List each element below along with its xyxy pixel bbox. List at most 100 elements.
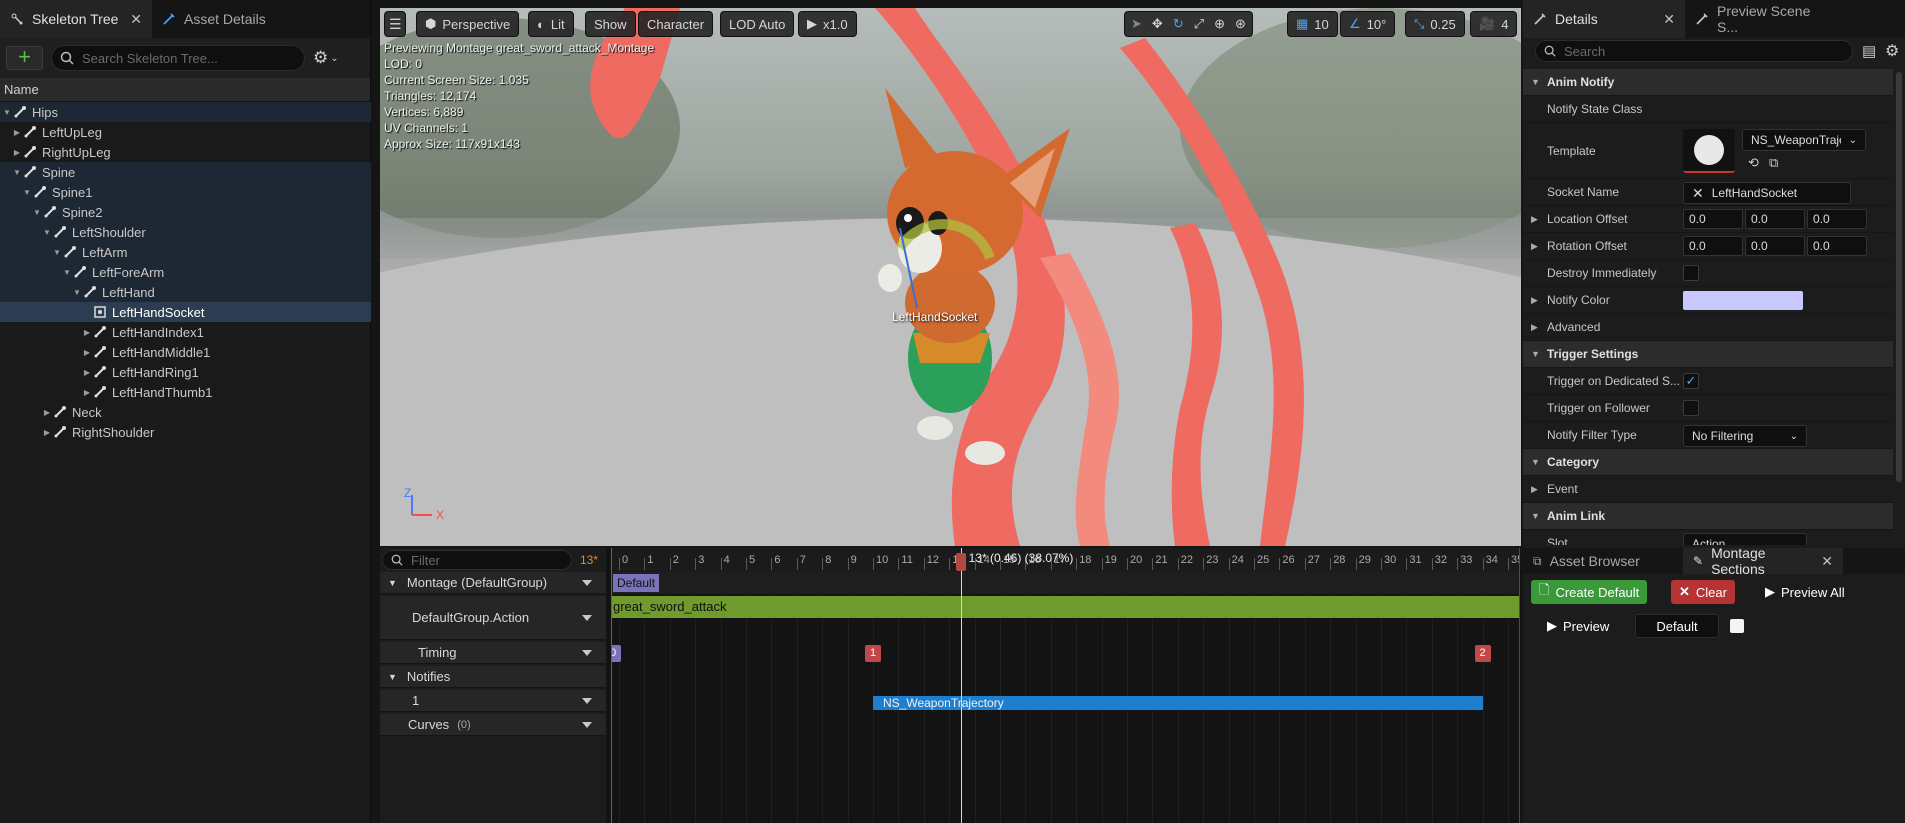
tree-row[interactable]: ▼ Hips — [0, 102, 371, 122]
preview-button[interactable]: ▶ Preview — [1539, 614, 1617, 638]
tab-preview-scene[interactable]: Preview Scene S... — [1685, 0, 1845, 38]
collapse-icon[interactable]: ▼ — [32, 208, 42, 217]
tree-row[interactable]: ▼ LeftArm — [0, 242, 371, 262]
scale-snap-button[interactable]: ⤡ 0.25 — [1405, 11, 1465, 37]
category-category[interactable]: ▼ Category — [1523, 449, 1893, 476]
expand-icon[interactable]: ▶ — [82, 388, 92, 397]
tab-asset-browser[interactable]: ⧉ Asset Browser — [1523, 548, 1683, 574]
destroy-immediately-checkbox[interactable] — [1683, 265, 1699, 281]
timing-marker[interactable]: 2 — [1474, 645, 1491, 662]
surface-snap-icon[interactable]: ⊛ — [1235, 16, 1246, 32]
chevron-down-icon[interactable] — [582, 614, 592, 621]
expand-icon[interactable]: ▶ — [1531, 322, 1538, 333]
anim-notify-category[interactable]: ▼ Anim Notify — [1523, 69, 1893, 96]
chevron-down-icon[interactable] — [582, 649, 592, 656]
tab-montage-sections[interactable]: ✎ Montage Sections ✕ — [1683, 545, 1843, 577]
tree-row[interactable]: ▼ Spine1 — [0, 182, 371, 202]
expand-icon[interactable]: ▶ — [82, 368, 92, 377]
location-x-field[interactable]: 0.0 — [1683, 209, 1743, 229]
translate-icon[interactable]: ✥ — [1152, 16, 1163, 32]
time-area[interactable]: 0123456789101112131415161718192021222324… — [611, 548, 1520, 823]
collapse-icon[interactable]: ▼ — [42, 228, 52, 237]
anim-link-category[interactable]: ▼ Anim Link — [1523, 503, 1893, 530]
create-default-button[interactable]: 🗋 Create Default — [1531, 580, 1648, 604]
section-marker[interactable]: Default — [613, 574, 660, 592]
expand-icon[interactable]: ▶ — [12, 128, 22, 137]
tree-row[interactable]: ▼ LeftHand — [0, 282, 371, 302]
close-icon[interactable]: ✕ — [130, 11, 142, 28]
section-default-button[interactable]: Default — [1635, 614, 1719, 638]
tab-asset-details[interactable]: Asset Details — [152, 0, 302, 38]
play-speed-button[interactable]: ▶ x1.0 — [798, 11, 857, 37]
tree-row[interactable]: ▼ Spine — [0, 162, 371, 182]
chevron-down-icon[interactable] — [582, 579, 592, 586]
scale-icon[interactable]: ⤢ — [1194, 16, 1204, 32]
trigger-dedicated-checkbox[interactable]: ✓ — [1683, 373, 1699, 389]
trigger-settings-category[interactable]: ▼ Trigger Settings — [1523, 341, 1893, 368]
tree-row[interactable]: ▼ LeftForeArm — [0, 262, 371, 282]
collapse-icon[interactable]: ▼ — [1531, 349, 1540, 359]
notify-filter-combo[interactable]: No Filtering ⌄ — [1683, 425, 1807, 447]
socket-name-field[interactable]: ✕ LeftHandSocket — [1683, 182, 1851, 204]
table-view-icon[interactable]: ▤ — [1862, 42, 1876, 60]
collapse-icon[interactable]: ▼ — [388, 578, 397, 588]
tree-row[interactable]: ▶ LeftHandMiddle1 — [0, 342, 371, 362]
find-asset-icon[interactable]: ⧉ — [1769, 155, 1778, 171]
select-icon[interactable]: ➤ — [1131, 16, 1142, 32]
tab-details[interactable]: Details ✕ — [1523, 0, 1685, 38]
tab-skeleton-tree[interactable]: Skeleton Tree ✕ — [0, 0, 152, 38]
trigger-follower-checkbox[interactable] — [1683, 400, 1699, 416]
notify-state-bar[interactable]: NS_WeaponTrajectory — [873, 696, 1483, 710]
template-combo[interactable]: NS_WeaponTraje ⌄ — [1742, 129, 1866, 151]
collapse-icon[interactable]: ▼ — [1531, 77, 1540, 87]
details-search-input[interactable]: Search — [1535, 40, 1853, 62]
tree-row[interactable]: ▶ Neck — [0, 402, 371, 422]
collapse-icon[interactable]: ▼ — [22, 188, 32, 197]
chevron-down-icon[interactable] — [582, 697, 592, 704]
tree-row[interactable]: ▶ RightShoulder — [0, 422, 371, 442]
details-scrollbar[interactable] — [1896, 72, 1902, 482]
expand-icon[interactable]: ▶ — [1531, 214, 1538, 225]
collapse-icon[interactable]: ▼ — [52, 248, 62, 257]
clear-x-icon[interactable]: ✕ — [1692, 185, 1704, 202]
collapse-icon[interactable]: ▼ — [12, 168, 22, 177]
tree-row[interactable]: ▶ RightUpLeg — [0, 142, 371, 162]
curves-track-header[interactable]: Curves (0) — [380, 714, 606, 736]
skeleton-search-input[interactable]: Search Skeleton Tree... — [51, 45, 305, 71]
expand-icon[interactable]: ▶ — [42, 428, 52, 437]
rotation-z-field[interactable]: 0.0 — [1807, 236, 1867, 256]
browse-icon[interactable]: ⟲ — [1748, 155, 1759, 171]
tree-row[interactable]: ▶ LeftHandIndex1 — [0, 322, 371, 342]
collapse-icon[interactable]: ▼ — [1531, 457, 1540, 467]
expand-icon[interactable]: ▶ — [12, 148, 22, 157]
lod-button[interactable]: LOD Auto — [720, 11, 795, 37]
add-button[interactable]: + — [6, 46, 43, 70]
location-y-field[interactable]: 0.0 — [1745, 209, 1805, 229]
grid-snap-button[interactable]: ▦ 10 — [1287, 11, 1338, 37]
close-icon[interactable]: ✕ — [1821, 553, 1833, 570]
rotation-x-field[interactable]: 0.0 — [1683, 236, 1743, 256]
notify-track-1-header[interactable]: 1 — [380, 690, 606, 712]
tree-row[interactable]: ▶ LeftUpLeg — [0, 122, 371, 142]
template-thumbnail[interactable] — [1683, 129, 1735, 173]
location-z-field[interactable]: 0.0 — [1807, 209, 1867, 229]
collapse-icon[interactable]: ▼ — [388, 672, 397, 682]
rotate-icon[interactable]: ↻ — [1173, 16, 1184, 32]
rotation-y-field[interactable]: 0.0 — [1745, 236, 1805, 256]
world-icon[interactable]: ⊕ — [1214, 16, 1225, 32]
tree-row[interactable]: ▼ Spine2 — [0, 202, 371, 222]
chevron-down-icon[interactable] — [582, 721, 592, 728]
preview-all-button[interactable]: ▶ Preview All — [1757, 580, 1853, 604]
collapse-icon[interactable]: ▼ — [2, 108, 12, 117]
expand-icon[interactable]: ▶ — [82, 348, 92, 357]
clear-button[interactable]: ✕ Clear — [1671, 580, 1735, 604]
viewport-menu-button[interactable]: ☰ — [384, 11, 406, 37]
expand-icon[interactable]: ▶ — [1531, 484, 1538, 495]
viewport[interactable]: Z X LeftHandSocket ☰ ⬢ Perspective ◐ Lit S… — [380, 8, 1521, 546]
close-icon[interactable]: ✕ — [1663, 11, 1675, 28]
section-loop-checkbox[interactable] — [1730, 619, 1744, 633]
collapse-icon[interactable]: ▼ — [72, 288, 82, 297]
show-button[interactable]: Show — [585, 11, 636, 37]
expand-icon[interactable]: ▶ — [42, 408, 52, 417]
rotation-snap-button[interactable]: ∠ 10° — [1340, 11, 1396, 37]
